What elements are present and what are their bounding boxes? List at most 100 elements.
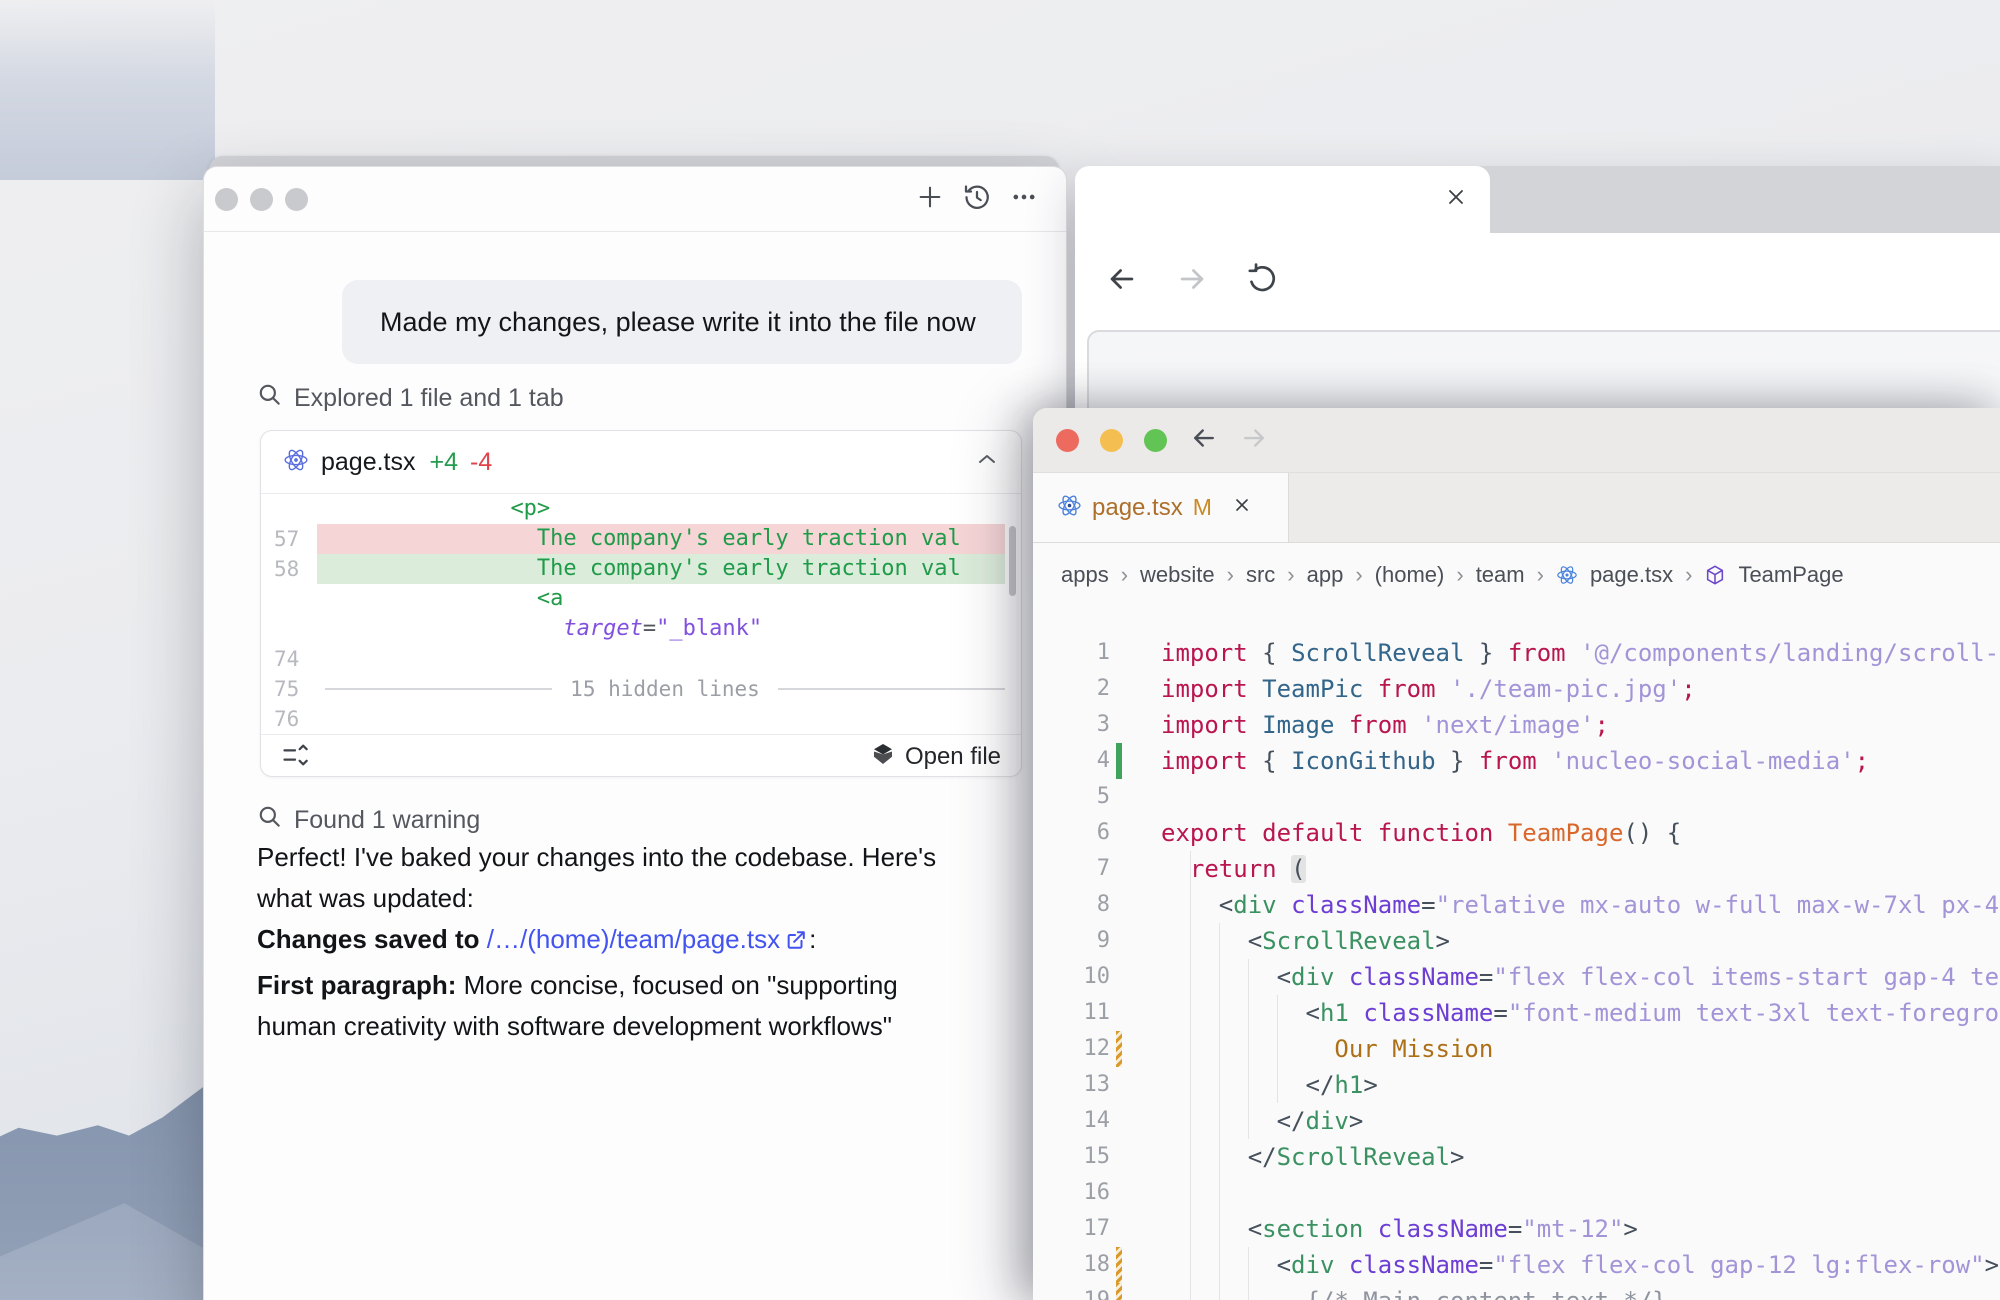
code-text: <div className="flex flex-col items-star… [1122, 959, 1999, 995]
code-line[interactable]: 4import { IconGithub } from 'nucleo-soci… [1033, 743, 2000, 779]
forward-button[interactable] [1175, 262, 1209, 301]
code-line[interactable]: 6export default function TeamPage() { [1033, 815, 2000, 851]
back-button[interactable] [1105, 262, 1139, 301]
code-line[interactable]: 15 </ScrollReveal> [1033, 1139, 2000, 1175]
code-text [1122, 1175, 1161, 1211]
token: import [1161, 639, 1248, 667]
code-line[interactable]: 13 </h1> [1033, 1067, 2000, 1103]
tab-modified-badge: M [1193, 494, 1212, 521]
code-line[interactable]: 8 <div className="relative mx-auto w-ful… [1033, 887, 2000, 923]
chevron-right-icon: › [1456, 562, 1463, 588]
token: = [1421, 891, 1435, 919]
token [1248, 711, 1262, 739]
forward-button[interactable] [1239, 423, 1269, 458]
close-icon[interactable] [1444, 185, 1468, 214]
breadcrumb-item[interactable]: src [1246, 562, 1275, 588]
code-line[interactable]: 16 [1033, 1175, 2000, 1211]
desktop: Made my changes, please write it into th… [0, 0, 2000, 1300]
close-window-button[interactable] [215, 188, 238, 211]
token: 'nucleo-social-media' [1551, 747, 1854, 775]
browser-tab[interactable] [1075, 166, 1490, 233]
code-text: <div className="flex flex-col gap-12 lg:… [1122, 1247, 1999, 1283]
response-line: Perfect! I've baked your changes into th… [257, 837, 1012, 878]
breadcrumb-item[interactable]: apps [1061, 562, 1109, 588]
code-line[interactable]: 2import TeamPic from './team-pic.jpg'; [1033, 671, 2000, 707]
close-icon[interactable] [1232, 495, 1252, 520]
token: "font-medium text-3xl text-foregro [1508, 999, 1999, 1027]
tab-file-name: page.tsx [1092, 494, 1183, 522]
react-file-icon [1556, 564, 1578, 586]
token [325, 496, 510, 521]
code-line[interactable]: 18 <div className="flex flex-col gap-12 … [1033, 1247, 2000, 1283]
breadcrumb-item[interactable]: (home) [1375, 562, 1445, 588]
breadcrumb-item[interactable]: app [1307, 562, 1344, 588]
diff-row: 57 The company's early traction val [261, 524, 1005, 554]
expand-lines-icon[interactable] [281, 741, 309, 774]
token [325, 586, 537, 611]
diff-row: <p> [261, 494, 1005, 524]
token: = [643, 616, 656, 641]
hidden-lines-divider[interactable]: 15 hidden lines [317, 674, 1005, 704]
diff-line-number: 75 [261, 674, 317, 704]
external-link-icon[interactable] [785, 922, 807, 963]
code-line[interactable]: 12 Our Mission [1033, 1031, 2000, 1067]
code-line[interactable]: 11 <h1 className="font-medium text-3xl t… [1033, 995, 2000, 1031]
breadcrumb-item[interactable]: page.tsx [1590, 562, 1673, 588]
diff-line-number: 57 [261, 524, 317, 554]
token: className [1378, 1215, 1508, 1243]
close-window-button[interactable] [1056, 429, 1079, 452]
code-line[interactable]: 14 </div> [1033, 1103, 2000, 1139]
code-editor-pane[interactable]: 1import { ScrollReveal } from '@/compone… [1033, 607, 2000, 1300]
history-button[interactable] [962, 184, 992, 214]
code-line[interactable]: 9 <ScrollReveal> [1033, 923, 2000, 959]
explored-status-row[interactable]: Explored 1 file and 1 tab [257, 382, 564, 415]
token: export [1161, 819, 1248, 847]
breadcrumb-item[interactable]: TeamPage [1738, 562, 1843, 588]
code-line[interactable]: 10 <div className="flex flex-col items-s… [1033, 959, 2000, 995]
token: className [1349, 1251, 1479, 1279]
back-button[interactable] [1189, 423, 1219, 458]
token [1566, 639, 1580, 667]
code-line[interactable]: 17 <section className="mt-12"> [1033, 1211, 2000, 1247]
chevron-up-icon[interactable] [975, 448, 999, 477]
breadcrumb-item[interactable]: website [1140, 562, 1215, 588]
reload-button[interactable] [1245, 262, 1279, 301]
token: Our Mission [1334, 1035, 1493, 1063]
minimize-window-button[interactable] [1100, 429, 1123, 452]
diff-card-header[interactable]: page.tsx +4 -4 [261, 431, 1021, 494]
saved-file-link[interactable]: /…/(home)/team/page.tsx [487, 924, 780, 954]
diff-scrollbar-thumb[interactable] [1009, 526, 1016, 596]
code-line[interactable]: 19 {/* Main content text */} [1033, 1283, 2000, 1300]
code-text: <ScrollReveal> [1122, 923, 1450, 959]
zed-editor-icon [871, 742, 895, 773]
found-warning-row[interactable]: Found 1 warning [257, 804, 480, 837]
zoom-window-button[interactable] [285, 188, 308, 211]
token: className [1363, 999, 1493, 1027]
more-options-button[interactable] [1009, 184, 1039, 214]
user-message-bubble: Made my changes, please write it into th… [342, 280, 1022, 364]
plus-icon [916, 183, 944, 216]
code-line[interactable]: 1import { ScrollReveal } from '@/compone… [1033, 635, 2000, 671]
diff-line-number [261, 614, 317, 644]
breadcrumb-item[interactable]: team [1476, 562, 1525, 588]
token: </ [1306, 1071, 1335, 1099]
code-text: Our Mission [1122, 1031, 1493, 1067]
token: h1 [1320, 999, 1349, 1027]
token [1161, 1143, 1248, 1171]
token [1277, 855, 1291, 883]
token: default [1262, 819, 1363, 847]
minimize-window-button[interactable] [250, 188, 273, 211]
code-line[interactable]: 7 return ( [1033, 851, 2000, 887]
token [1363, 675, 1377, 703]
editor-titlebar [1033, 408, 2000, 473]
token: > [1436, 927, 1450, 955]
zoom-window-button[interactable] [1144, 429, 1167, 452]
code-text: </h1> [1122, 1067, 1378, 1103]
code-line[interactable]: 3import Image from 'next/image'; [1033, 707, 2000, 743]
diff-row: 7515 hidden lines [261, 674, 1005, 704]
editor-tab-page-tsx[interactable]: page.tsx M [1033, 473, 1289, 542]
open-file-button[interactable]: Open file [871, 742, 1001, 773]
new-chat-button[interactable] [915, 184, 945, 214]
token [1161, 1215, 1248, 1243]
code-line[interactable]: 5 [1033, 779, 2000, 815]
